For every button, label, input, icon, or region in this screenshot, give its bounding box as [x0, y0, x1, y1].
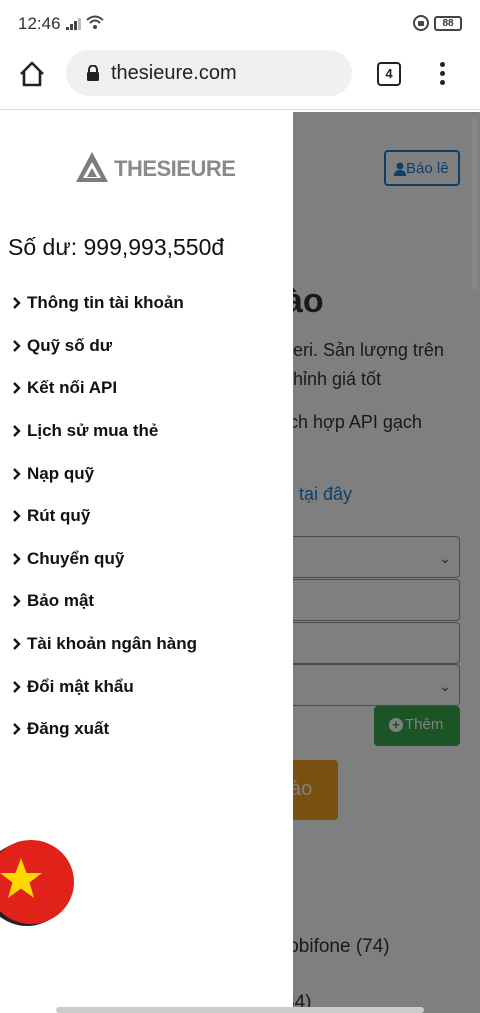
menu-item-logout[interactable]: Đăng xuất	[0, 708, 293, 751]
chevron-right-icon	[13, 297, 21, 310]
menu-item-label: Đổi mật khẩu	[27, 676, 134, 696]
vietnam-flag-icon[interactable]	[0, 840, 74, 924]
menu-dots-icon[interactable]	[432, 60, 452, 88]
chevron-right-icon	[13, 510, 21, 523]
lock-status-icon	[413, 15, 429, 31]
menu-item-label: Bảo mật	[27, 591, 95, 611]
home-indicator	[56, 1007, 424, 1013]
status-time: 12:46	[18, 14, 61, 33]
home-icon[interactable]	[18, 60, 46, 88]
menu-item-label: Thông tin tài khoản	[27, 293, 184, 313]
menu-item-change-password[interactable]: Đổi mật khẩu	[0, 665, 293, 708]
site-logo[interactable]: THESIEURE	[74, 150, 236, 188]
menu-item-transfer[interactable]: Chuyển quỹ	[0, 538, 293, 581]
menu-item-label: Rút quỹ	[27, 506, 91, 526]
menu-item-label: Lịch sử mua thẻ	[27, 421, 159, 441]
url-text: thesieure.com	[111, 62, 237, 84]
menu-item-label: Quỹ số dư	[27, 335, 113, 355]
account-balance: Số dư: 999,993,550đ	[8, 234, 225, 260]
chevron-right-icon	[13, 382, 21, 395]
chevron-right-icon	[13, 340, 21, 352]
drawer-menu: Thông tin tài khoản Quỹ số dư Kết nối AP…	[0, 282, 293, 751]
chevron-right-icon	[13, 723, 21, 736]
star-icon	[0, 858, 42, 898]
menu-item-label: Nạp quỹ	[27, 463, 95, 483]
menu-item-balance-fund[interactable]: Quỹ số dư	[0, 325, 293, 368]
menu-item-label: Đăng xuất	[27, 719, 110, 739]
chevron-right-icon	[13, 425, 21, 437]
tab-switcher-button[interactable]: 4	[377, 62, 401, 86]
menu-item-bank-account[interactable]: Tài khoản ngân hàng	[0, 623, 293, 666]
chevron-right-icon	[13, 467, 21, 480]
signal-icon	[66, 18, 81, 30]
menu-item-label: Kết nối API	[27, 378, 118, 398]
browser-toolbar: thesieure.com 4	[0, 46, 480, 110]
menu-item-security[interactable]: Bảo mật	[0, 580, 293, 623]
battery-indicator: 88	[434, 16, 462, 31]
menu-item-card-history[interactable]: Lịch sử mua thẻ	[0, 410, 293, 453]
menu-item-api-connect[interactable]: Kết nối API	[0, 367, 293, 410]
logo-text: THESIEURE	[114, 156, 236, 181]
scrollbar[interactable]	[472, 118, 477, 290]
menu-item-label: Tài khoản ngân hàng	[27, 634, 198, 654]
address-bar[interactable]: thesieure.com	[66, 50, 352, 96]
chevron-right-icon	[13, 553, 21, 565]
menu-item-withdraw[interactable]: Rút quỹ	[0, 495, 293, 538]
chevron-right-icon	[13, 680, 21, 693]
logo-mark-icon	[76, 152, 108, 182]
status-bar: 12:46 88	[0, 0, 480, 46]
chevron-right-icon	[13, 638, 21, 650]
chevron-right-icon	[13, 595, 21, 608]
side-drawer: THESIEURE Số dư: 999,993,550đ Thông tin …	[0, 112, 293, 1013]
menu-item-label: Chuyển quỹ	[27, 548, 125, 568]
menu-item-deposit[interactable]: Nạp quỹ	[0, 452, 293, 495]
lock-icon	[87, 65, 99, 81]
menu-item-account-info[interactable]: Thông tin tài khoản	[0, 282, 293, 325]
wifi-icon	[86, 15, 104, 29]
